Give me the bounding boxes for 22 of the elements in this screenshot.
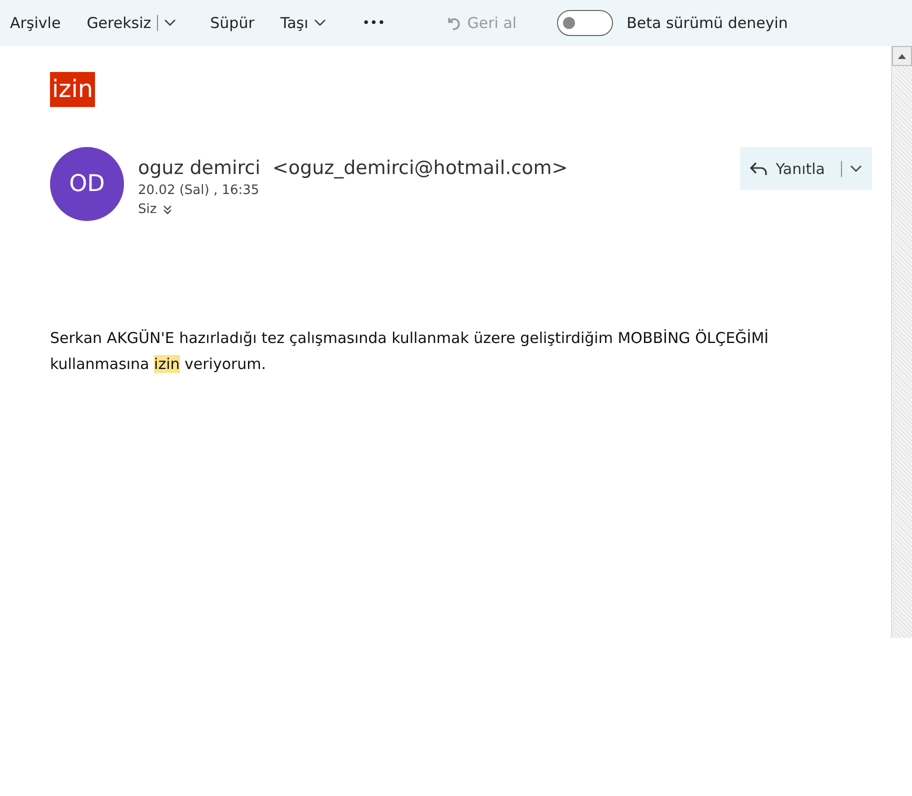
toolbar-button[interactable]: Arşivle bbox=[10, 10, 61, 36]
sender-avatar: OD bbox=[50, 147, 124, 221]
reply-button[interactable]: Yanıtla bbox=[740, 147, 872, 190]
beta-label: Beta sürümü deneyin bbox=[626, 14, 788, 32]
sender-line: oguz demirci <oguz_demirci@hotmail.com> bbox=[138, 157, 569, 179]
expand-icon[interactable] bbox=[162, 204, 172, 214]
chevron-down-icon bbox=[164, 19, 176, 27]
undo-icon bbox=[445, 15, 462, 31]
chevron-down-icon bbox=[850, 164, 862, 172]
junk-split-button[interactable]: Gereksiz bbox=[86, 10, 176, 36]
subject-tag: izin bbox=[50, 72, 96, 107]
reply-icon bbox=[750, 162, 768, 176]
move-menu-button[interactable]: Taşı bbox=[280, 10, 326, 36]
chevron-down-icon bbox=[314, 19, 326, 27]
beta-toggle[interactable] bbox=[556, 10, 613, 36]
message-date: 20.02 (Sal) , 16:35 bbox=[138, 183, 260, 198]
recipients: Siz bbox=[138, 202, 157, 217]
more-button[interactable]: ••• bbox=[362, 12, 386, 34]
toolbar-button[interactable]: Süpür bbox=[210, 10, 254, 36]
message-body: Serkan AKGÜN'E hazırladığı tez çalışmasında kullanmak üzere geliştirdiğim MOBBİNG ÖLÇEĞİMİ kullanmasına izin veriyorum. bbox=[50, 328, 770, 375]
scrollbar[interactable] bbox=[891, 46, 912, 638]
scroll-up-icon[interactable] bbox=[898, 54, 906, 58]
